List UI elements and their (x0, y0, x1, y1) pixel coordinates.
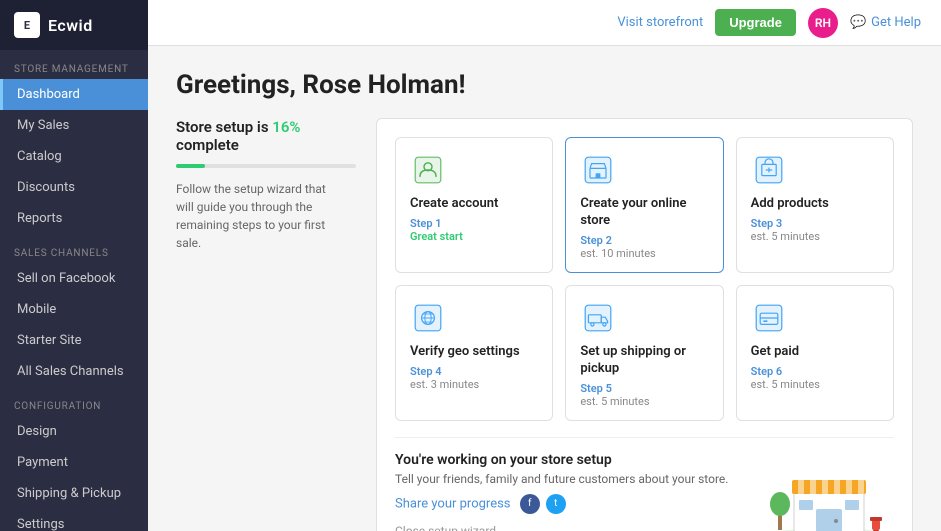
setup-header: Store setup is 16% complete (176, 118, 336, 154)
logo-area: E Ecwid (0, 0, 148, 50)
sidebar-item-mobile[interactable]: Mobile (0, 294, 148, 325)
content: Greetings, Rose Holman! Store setup is 1… (148, 46, 941, 531)
step-4-num: Step 4 (410, 365, 538, 378)
sidebar-item-shipping-pickup[interactable]: Shipping & Pickup (0, 478, 148, 509)
geo-icon (410, 300, 446, 336)
setup-progress-fill (176, 164, 205, 168)
step-4-time: est. 3 minutes (410, 378, 538, 391)
shipping-icon (580, 300, 616, 336)
facebook-share-icon[interactable]: f (520, 494, 540, 514)
get-help-button[interactable]: 💬 Get Help (850, 15, 921, 30)
step-6-title: Get paid (751, 344, 879, 361)
upgrade-button[interactable]: Upgrade (715, 9, 796, 36)
sidebar-item-my-sales[interactable]: My Sales (0, 110, 148, 141)
share-row: Share your progress f t (395, 494, 752, 514)
step-1-time: Great start (410, 230, 538, 243)
step-4-card[interactable]: Verify geo settings Step 4 est. 3 minute… (395, 285, 553, 421)
store-illustration (764, 452, 894, 531)
setup-card: Create account Step 1 Great start (376, 118, 913, 531)
main-area: Visit storefront Upgrade RH 💬 Get Help G… (148, 0, 941, 531)
step-3-num: Step 3 (751, 217, 879, 230)
social-icons: f t (520, 494, 566, 514)
sidebar-item-discounts[interactable]: Discounts (0, 172, 148, 203)
step-3-title: Add products (751, 196, 879, 213)
ecwid-logo-icon: E (14, 12, 40, 38)
step-1-card[interactable]: Create account Step 1 Great start (395, 137, 553, 273)
step-4-title: Verify geo settings (410, 344, 538, 361)
step-3-card[interactable]: Add products Step 3 est. 5 minutes (736, 137, 894, 273)
step-2-time: est. 10 minutes (580, 247, 708, 260)
sidebar-item-payment[interactable]: Payment (0, 447, 148, 478)
account-icon (410, 152, 446, 188)
setup-description: Follow the setup wizard that will guide … (176, 180, 336, 252)
setup-sidebar: Store setup is 16% complete Follow the s… (176, 118, 356, 252)
step-2-card[interactable]: Create your online store Step 2 est. 10 … (565, 137, 723, 273)
configuration-label: Configuration (0, 387, 148, 416)
sidebar-item-starter-site[interactable]: Starter Site (0, 325, 148, 356)
working-text: You're working on your store setup Tell … (395, 452, 752, 531)
working-section: You're working on your store setup Tell … (395, 437, 894, 531)
step-5-time: est. 5 minutes (580, 395, 708, 408)
user-avatar[interactable]: RH (808, 8, 838, 38)
products-icon (751, 152, 787, 188)
store-management-label: Store management (0, 50, 148, 79)
step-2-title: Create your online store (580, 196, 708, 230)
close-wizard-button[interactable]: Close setup wizard (395, 524, 752, 531)
visit-storefront-link[interactable]: Visit storefront (617, 15, 703, 30)
steps-grid: Create account Step 1 Great start (395, 137, 894, 421)
working-title: You're working on your store setup (395, 452, 752, 468)
sidebar-item-catalog[interactable]: Catalog (0, 141, 148, 172)
sidebar-item-design[interactable]: Design (0, 416, 148, 447)
step-3-time: est. 5 minutes (751, 230, 879, 243)
step-6-time: est. 5 minutes (751, 378, 879, 391)
sidebar-item-all-sales-channels[interactable]: All Sales Channels (0, 356, 148, 387)
store-icon (580, 152, 616, 188)
setup-progress-bar (176, 164, 356, 168)
sales-channels-label: Sales channels (0, 234, 148, 263)
chat-icon: 💬 (850, 15, 866, 30)
ecwid-logo-text: Ecwid (48, 16, 93, 35)
sidebar-item-dashboard[interactable]: Dashboard (0, 79, 148, 110)
sidebar-item-reports[interactable]: Reports (0, 203, 148, 234)
sidebar-item-settings[interactable]: Settings (0, 509, 148, 531)
step-1-title: Create account (410, 196, 538, 213)
step-5-card[interactable]: Set up shipping or pickup Step 5 est. 5 … (565, 285, 723, 421)
step-5-num: Step 5 (580, 382, 708, 395)
setup-percent: 16% (272, 118, 300, 136)
setup-label: Store setup is (176, 118, 269, 136)
share-progress-link[interactable]: Share your progress (395, 496, 511, 511)
sidebar-item-sell-facebook[interactable]: Sell on Facebook (0, 263, 148, 294)
sidebar: E Ecwid Store management Dashboard My Sa… (0, 0, 148, 531)
twitter-share-icon[interactable]: t (546, 494, 566, 514)
step-5-title: Set up shipping or pickup (580, 344, 708, 378)
step-6-card[interactable]: Get paid Step 6 est. 5 minutes (736, 285, 894, 421)
step-2-num: Step 2 (580, 234, 708, 247)
step-1-num: Step 1 (410, 217, 538, 230)
working-desc: Tell your friends, family and future cus… (395, 472, 752, 486)
page-title: Greetings, Rose Holman! (176, 70, 913, 100)
step-6-num: Step 6 (751, 365, 879, 378)
topbar: Visit storefront Upgrade RH 💬 Get Help (148, 0, 941, 46)
setup-suffix: complete (176, 136, 239, 154)
paid-icon (751, 300, 787, 336)
